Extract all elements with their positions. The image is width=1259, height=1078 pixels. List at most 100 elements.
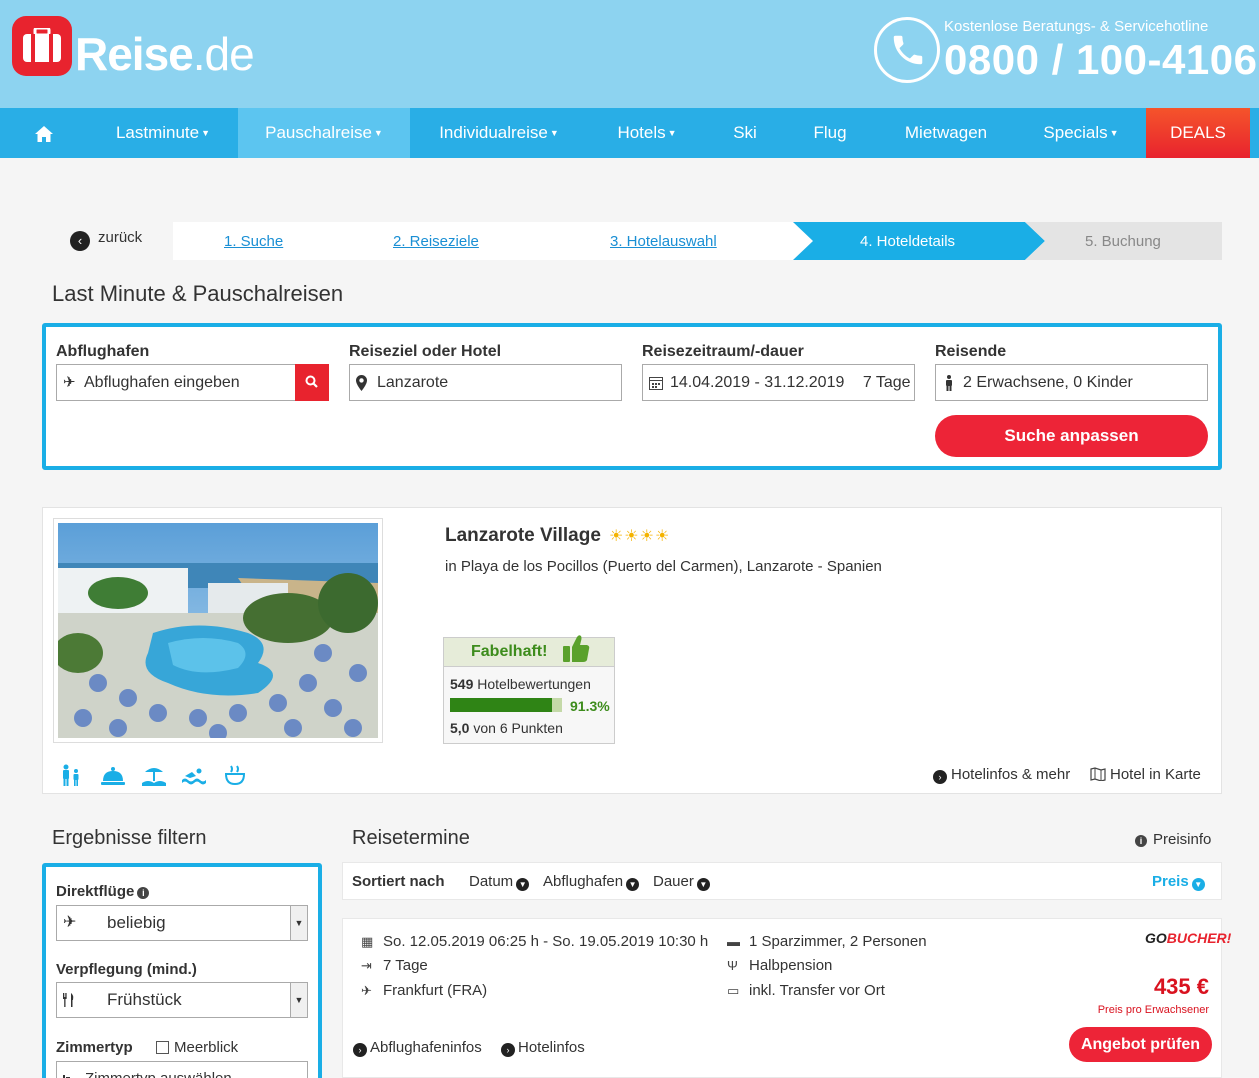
sort-bar: Sortiert nach Datum ▼ Abflughafen ▼ Dauer ▼…	[342, 862, 1222, 900]
duration-value: 7 Tage	[862, 374, 911, 391]
chevron-down-icon: ▼	[1191, 878, 1205, 891]
rating-header: Fabelhaft!	[444, 635, 614, 667]
offer-duration: ⇥ 7 Tage	[361, 957, 428, 974]
chevron-down-icon: ▼	[516, 878, 530, 891]
site-header: Reise.de Kostenlose Beratungs- & Service…	[0, 0, 1259, 108]
period-input[interactable]: 14.04.2019 - 31.12.2019 7 Tage	[642, 364, 915, 401]
nav-hotels[interactable]: Hotels ▼	[588, 108, 706, 158]
chevron-down-icon: ▼	[290, 906, 307, 940]
board-select[interactable]: Frühstück ▼	[56, 982, 308, 1018]
nav-lastminute[interactable]: Lastminute ▼	[88, 108, 238, 158]
hotline-number[interactable]: 0800 / 100-4106	[944, 36, 1257, 84]
spa-icon	[224, 765, 246, 786]
offer-dates: ▦ So. 12.05.2019 06:25 h - So. 19.05.2019…	[361, 933, 708, 950]
step-hoteldetails: 4. Hoteldetails	[860, 233, 956, 250]
direct-flights-text: Direktflüge	[56, 883, 135, 900]
hotel-map-link[interactable]: Hotel in Karte	[1090, 766, 1201, 783]
airport-info-link[interactable]: › Abflughafeninfos	[353, 1039, 482, 1057]
review-count: 549 Hotelbewertungen	[450, 676, 591, 692]
review-count-label: Hotelbewertungen	[477, 676, 591, 692]
score-suffix: von 6 Punkten	[473, 720, 563, 736]
search-form: Abflughafen ✈ Abflughafen eingeben Reise…	[42, 323, 1222, 470]
departure-search-button[interactable]	[295, 364, 329, 401]
nav-deals[interactable]: DEALS	[1146, 108, 1250, 158]
caret-down-icon: ▼	[201, 128, 211, 138]
seaview-checkbox[interactable]: Meerblick	[156, 1039, 238, 1056]
family-icon	[63, 764, 79, 786]
sort-by-airport[interactable]: Abflughafen ▼	[543, 873, 640, 891]
tour-operator-logo: GOBUCHER!	[1145, 930, 1231, 946]
hotel-photo-image	[58, 523, 378, 738]
sort-by-duration[interactable]: Dauer ▼	[653, 873, 710, 891]
step-hotelauswahl[interactable]: 3. Hotelauswahl	[610, 222, 717, 260]
chevron-right-icon: ›	[933, 770, 947, 784]
sort-label: Sortiert nach	[352, 873, 445, 890]
info-icon[interactable]: i	[137, 887, 150, 899]
room-type-select[interactable]: Zimmertyp auswählen	[56, 1061, 308, 1078]
recommendation-percent: 91.3%	[570, 698, 610, 714]
destination-value: Lanzarote	[377, 374, 449, 391]
chevron-left-icon: ‹	[70, 231, 90, 251]
destination-input[interactable]: Lanzarote	[349, 364, 622, 401]
sort-by-date[interactable]: Datum ▼	[469, 873, 530, 891]
offer-duration-text: 7 Tage	[383, 957, 428, 974]
chevron-down-icon: ▼	[290, 983, 307, 1017]
calendar-icon: ▦	[361, 934, 374, 949]
price-info-link[interactable]: i Preisinfo	[1135, 831, 1211, 848]
period-label: Reisezeitraum/-dauer	[642, 343, 804, 360]
offer-transfer: ▭ inkl. Transfer vor Ort	[727, 982, 885, 999]
bed-icon: ▬	[727, 934, 740, 949]
step-reiseziele[interactable]: 2. Reiseziele	[393, 222, 479, 260]
caret-down-icon: ▼	[1109, 128, 1119, 138]
step-buchung: 5. Buchung	[1085, 233, 1161, 250]
nav-specials[interactable]: Specials ▼	[1016, 108, 1146, 158]
travelers-input[interactable]: 2 Erwachsene, 0 Kinder	[935, 364, 1208, 401]
nav-ski[interactable]: Ski	[706, 108, 784, 158]
room-service-icon	[101, 767, 125, 785]
hotel-photo[interactable]	[53, 518, 383, 743]
offer-transfer-text: inkl. Transfer vor Ort	[749, 982, 885, 999]
nav-flug[interactable]: Flug	[784, 108, 876, 158]
beach-icon	[142, 768, 166, 786]
offer-airport: ✈ Frankfurt (FRA)	[361, 982, 487, 999]
nav-label: Flug	[813, 123, 847, 142]
score-value: 5,0	[450, 720, 470, 736]
hotel-card: Lanzarote Village ☀☀☀☀ in Playa de los Po…	[42, 507, 1222, 794]
site-logo[interactable]: Reise.de	[75, 26, 255, 82]
duration-icon: ⇥	[361, 958, 372, 973]
offer-hotel-info-label: Hotelinfos	[518, 1039, 585, 1056]
room-type-placeholder: Zimmertyp auswählen	[85, 1070, 232, 1078]
suitcase-logo-icon[interactable]	[12, 16, 72, 76]
review-count-number: 549	[450, 676, 474, 692]
nav-mietwagen[interactable]: Mietwagen	[876, 108, 1016, 158]
results-title: Reisetermine	[352, 827, 470, 849]
direct-flights-select[interactable]: ✈ beliebig ▼	[56, 905, 308, 941]
period-value: 14.04.2019 - 31.12.2019	[670, 374, 845, 391]
swimming-icon	[182, 768, 206, 785]
plane-icon: ✈	[361, 983, 372, 998]
rating-widget[interactable]: Fabelhaft! 549 Hotelbewertungen 91.3% 5,…	[443, 635, 615, 744]
hotel-info-link[interactable]: › Hotelinfos & mehr	[933, 766, 1070, 784]
nav-label: Specials	[1043, 123, 1108, 142]
seaview-label: Meerblick	[174, 1039, 239, 1056]
direct-flights-label: Direktflüge i	[56, 883, 150, 900]
main-nav: Lastminute ▼ Pauschalreise ▼ Individualrei…	[0, 108, 1259, 158]
nav-home[interactable]	[0, 108, 88, 158]
nav-label: Mietwagen	[904, 123, 988, 142]
adjust-search-button[interactable]: Suche anpassen	[935, 415, 1208, 457]
check-offer-button[interactable]: Angebot prüfen	[1069, 1027, 1212, 1062]
bus-icon: ▭	[727, 983, 740, 998]
info-icon: i	[1135, 835, 1147, 847]
back-link[interactable]: ‹ zurück	[70, 229, 142, 251]
plane-icon: ✈	[63, 374, 76, 391]
step-suche[interactable]: 1. Suche	[224, 222, 283, 260]
recommendation-bar-fill	[450, 698, 553, 712]
nav-pauschalreise[interactable]: Pauschalreise ▼	[238, 108, 410, 158]
nav-individualreise[interactable]: Individualreise ▼	[410, 108, 588, 158]
departure-input[interactable]: ✈ Abflughafen eingeben	[56, 364, 329, 401]
nav-label: Hotels	[617, 123, 666, 142]
offer-hotel-info-link[interactable]: › Hotelinfos	[501, 1039, 585, 1057]
map-pin-icon	[356, 365, 367, 404]
board-value: Frühstück	[107, 990, 182, 1009]
sort-by-price[interactable]: Preis ▼	[1152, 873, 1205, 891]
